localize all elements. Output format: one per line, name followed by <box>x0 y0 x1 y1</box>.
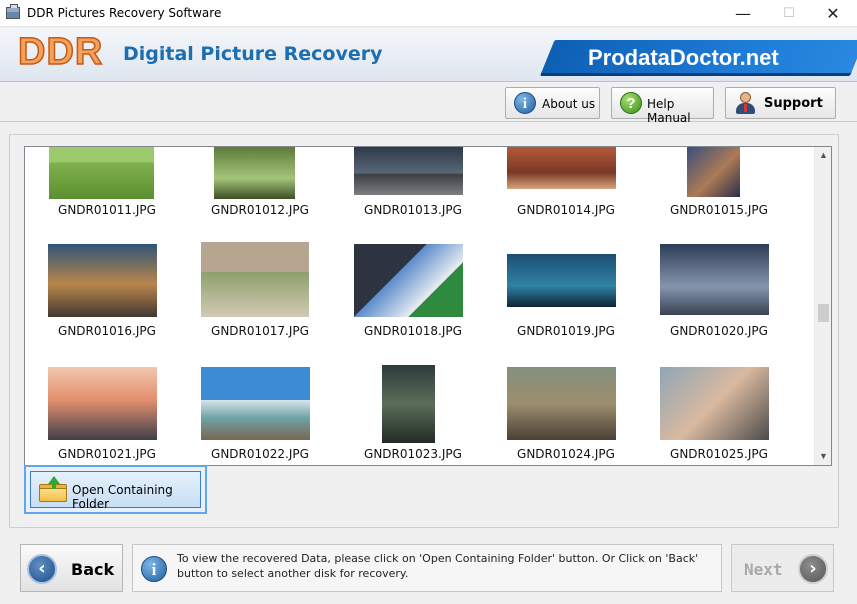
photo-thumbnail <box>660 367 769 440</box>
photo-filename: GNDR01023.JPG <box>364 447 462 461</box>
photo-thumbnail <box>354 147 463 195</box>
photo-item[interactable]: GNDR01022.JPG <box>185 367 335 465</box>
photo-thumbnail <box>201 367 310 440</box>
recovered-photos-gallery[interactable]: GNDR01011.JPG GNDR01012.JPG GNDR01013.JP… <box>24 146 832 466</box>
photo-filename: GNDR01014.JPG <box>517 203 615 217</box>
photo-thumbnail <box>687 147 740 197</box>
photo-filename: GNDR01013.JPG <box>364 203 462 217</box>
folder-upload-icon <box>39 476 67 502</box>
back-button[interactable]: ‹ Back <box>20 544 123 592</box>
help-manual-label: Help Manual <box>647 97 691 125</box>
info-message: To view the recovered Data, please click… <box>177 552 699 580</box>
photo-thumbnail <box>507 254 616 307</box>
photo-thumbnail <box>201 242 309 317</box>
photo-item[interactable]: GNDR01012.JPG <box>185 147 335 257</box>
support-label: Support <box>764 96 823 111</box>
photo-filename: GNDR01019.JPG <box>517 324 615 338</box>
photo-filename: GNDR01021.JPG <box>58 447 156 461</box>
open-containing-folder-button[interactable]: Open Containing Folder <box>24 465 207 514</box>
photo-thumbnail <box>382 365 435 443</box>
help-manual-button[interactable]: ? Help Manual <box>611 87 714 125</box>
photo-item[interactable]: GNDR01013.JPG <box>338 147 488 257</box>
photo-filename: GNDR01015.JPG <box>670 203 768 217</box>
ddr-logo: DDR <box>17 30 104 74</box>
info-icon: i <box>141 556 167 582</box>
photo-thumbnail <box>507 147 616 189</box>
photo-thumbnail <box>507 367 616 440</box>
photo-thumbnail <box>48 367 157 440</box>
title-bar: DDR Pictures Recovery Software — ☐ ✕ <box>0 0 857 27</box>
next-label: Next <box>744 560 783 579</box>
photo-filename: GNDR01025.JPG <box>670 447 768 461</box>
photo-filename: GNDR01011.JPG <box>58 203 156 217</box>
photo-thumbnail <box>214 147 295 199</box>
photo-item[interactable]: GNDR01016.JPG <box>32 244 182 354</box>
photo-filename: GNDR01020.JPG <box>670 324 768 338</box>
photo-item[interactable]: GNDR01018.JPG <box>338 244 488 354</box>
back-label: Back <box>71 560 115 579</box>
app-icon <box>6 4 20 19</box>
gallery-scrollbar[interactable]: ▲ ▼ <box>814 147 831 465</box>
info-message-box: i To view the recovered Data, please cli… <box>132 544 722 592</box>
info-icon: i <box>514 92 536 114</box>
photo-thumbnail <box>48 244 157 317</box>
photo-item[interactable]: GNDR01021.JPG <box>32 367 182 465</box>
scrollbar-thumb[interactable] <box>818 304 829 322</box>
photo-item[interactable]: GNDR01011.JPG <box>32 147 182 257</box>
photo-item[interactable]: GNDR01014.JPG <box>491 147 641 257</box>
photo-item[interactable]: GNDR01024.JPG <box>491 367 641 465</box>
photo-thumbnail <box>354 244 463 317</box>
photo-filename: GNDR01017.JPG <box>211 324 309 338</box>
close-button[interactable]: ✕ <box>810 0 856 27</box>
footer: ‹ Back i To view the recovered Data, ple… <box>0 530 857 604</box>
photo-item[interactable]: GNDR01017.JPG <box>185 242 335 354</box>
photo-item[interactable]: GNDR01025.JPG <box>644 367 794 465</box>
photo-item[interactable]: GNDR01020.JPG <box>644 244 794 354</box>
photo-thumbnail <box>49 147 154 199</box>
next-button[interactable]: Next › <box>731 544 834 592</box>
brand-text: ProdataDoctor.net <box>588 45 779 70</box>
open-containing-folder-button-face[interactable]: Open Containing Folder <box>30 471 201 511</box>
help-icon: ? <box>620 92 642 114</box>
photo-item[interactable]: GNDR01019.JPG <box>491 244 641 354</box>
open-containing-folder-label: Open Containing Folder <box>72 483 173 511</box>
scroll-up-arrow-icon[interactable]: ▲ <box>815 147 831 164</box>
about-us-button[interactable]: i About us <box>505 87 600 119</box>
photo-filename: GNDR01018.JPG <box>364 324 462 338</box>
photo-item[interactable]: GNDR01015.JPG <box>644 147 794 257</box>
photo-filename: GNDR01024.JPG <box>517 447 615 461</box>
about-us-label: About us <box>542 97 596 111</box>
photo-thumbnail <box>660 244 769 315</box>
back-arrow-icon: ‹ <box>27 554 57 584</box>
photo-filename: GNDR01016.JPG <box>58 324 156 338</box>
photo-item[interactable]: GNDR01023.JPG <box>338 365 488 465</box>
brand-banner: ProdataDoctor.net <box>540 40 857 76</box>
support-person-icon <box>735 91 757 115</box>
header-title: Digital Picture Recovery <box>123 43 383 65</box>
toolbar: i About us ? Help Manual Support <box>0 82 857 125</box>
minimize-button[interactable]: — <box>720 0 766 27</box>
next-arrow-icon: › <box>798 554 828 584</box>
maximize-button[interactable]: ☐ <box>766 0 812 27</box>
support-button[interactable]: Support <box>725 87 836 119</box>
photo-filename: GNDR01012.JPG <box>211 203 309 217</box>
window-title: DDR Pictures Recovery Software <box>27 6 222 20</box>
header-banner: DDR Digital Picture Recovery ProdataDoct… <box>0 28 857 82</box>
scroll-down-arrow-icon[interactable]: ▼ <box>815 448 831 465</box>
photo-filename: GNDR01022.JPG <box>211 447 309 461</box>
